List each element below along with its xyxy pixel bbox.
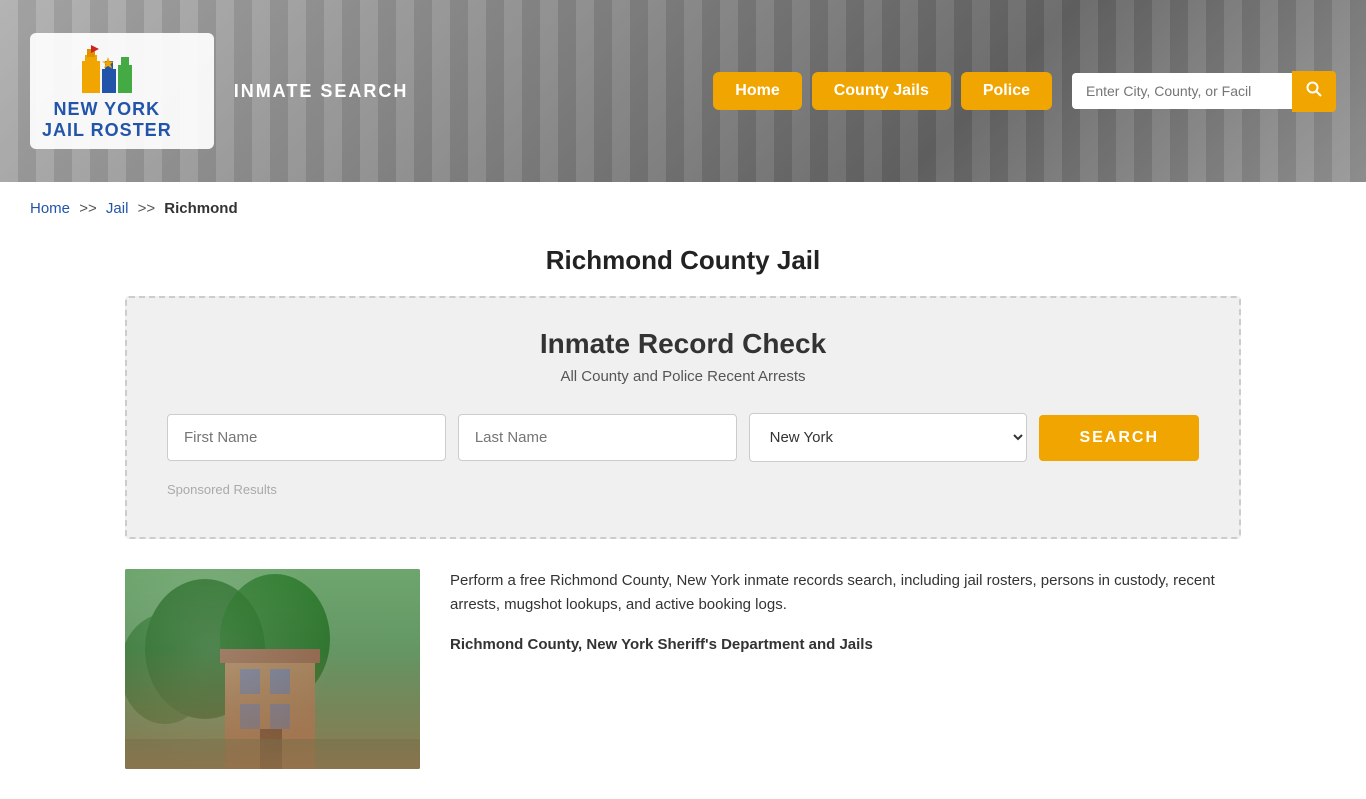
- breadcrumb-jail-link[interactable]: Jail: [106, 200, 129, 217]
- logo-icon: [77, 41, 137, 96]
- page-title: Richmond County Jail: [0, 235, 1366, 296]
- content-paragraph2: Richmond County, New York Sheriff's Depa…: [450, 633, 1241, 657]
- county-jails-nav-button[interactable]: County Jails: [812, 72, 951, 110]
- content-text: Perform a free Richmond County, New York…: [450, 569, 1241, 673]
- main-nav: Home County Jails Police: [713, 72, 1052, 110]
- inmate-search-section: Inmate Record Check All County and Polic…: [125, 296, 1241, 539]
- logo-text-jr: JAIL ROSTER: [42, 120, 172, 141]
- sponsored-label: Sponsored Results: [167, 482, 1199, 497]
- search-button[interactable]: SEARCH: [1039, 415, 1199, 461]
- last-name-input[interactable]: [458, 414, 737, 461]
- police-nav-button[interactable]: Police: [961, 72, 1052, 110]
- logo-wrapper: NEW YORK JAIL ROSTER: [30, 33, 214, 149]
- search-icon: [1306, 81, 1322, 97]
- site-header: NEW YORK JAIL ROSTER INMATE SEARCH Home …: [0, 0, 1366, 182]
- breadcrumb-sep1: >>: [79, 200, 97, 217]
- breadcrumb-home-link[interactable]: Home: [30, 200, 70, 217]
- breadcrumb-sep2: >>: [138, 200, 156, 217]
- search-section-subtitle: All County and Police Recent Arrests: [167, 368, 1199, 385]
- search-section-title: Inmate Record Check: [167, 328, 1199, 360]
- header-search-input[interactable]: [1072, 73, 1292, 109]
- breadcrumb: Home >> Jail >> Richmond: [0, 182, 1366, 235]
- state-select[interactable]: New York Alabama Alaska Arizona Arkansas…: [749, 413, 1028, 462]
- breadcrumb-current: Richmond: [164, 200, 237, 217]
- home-nav-button[interactable]: Home: [713, 72, 801, 110]
- location-image: [125, 569, 420, 769]
- inmate-search-label: INMATE SEARCH: [234, 81, 409, 102]
- header-search-button[interactable]: [1292, 71, 1336, 112]
- logo-area: NEW YORK JAIL ROSTER: [42, 41, 172, 141]
- header-search-area: [1072, 71, 1336, 112]
- logo-text-ny: NEW YORK: [54, 100, 161, 120]
- first-name-input[interactable]: [167, 414, 446, 461]
- content-paragraph1: Perform a free Richmond County, New York…: [450, 569, 1241, 617]
- search-form: New York Alabama Alaska Arizona Arkansas…: [167, 413, 1199, 462]
- content-section: Perform a free Richmond County, New York…: [0, 539, 1366, 799]
